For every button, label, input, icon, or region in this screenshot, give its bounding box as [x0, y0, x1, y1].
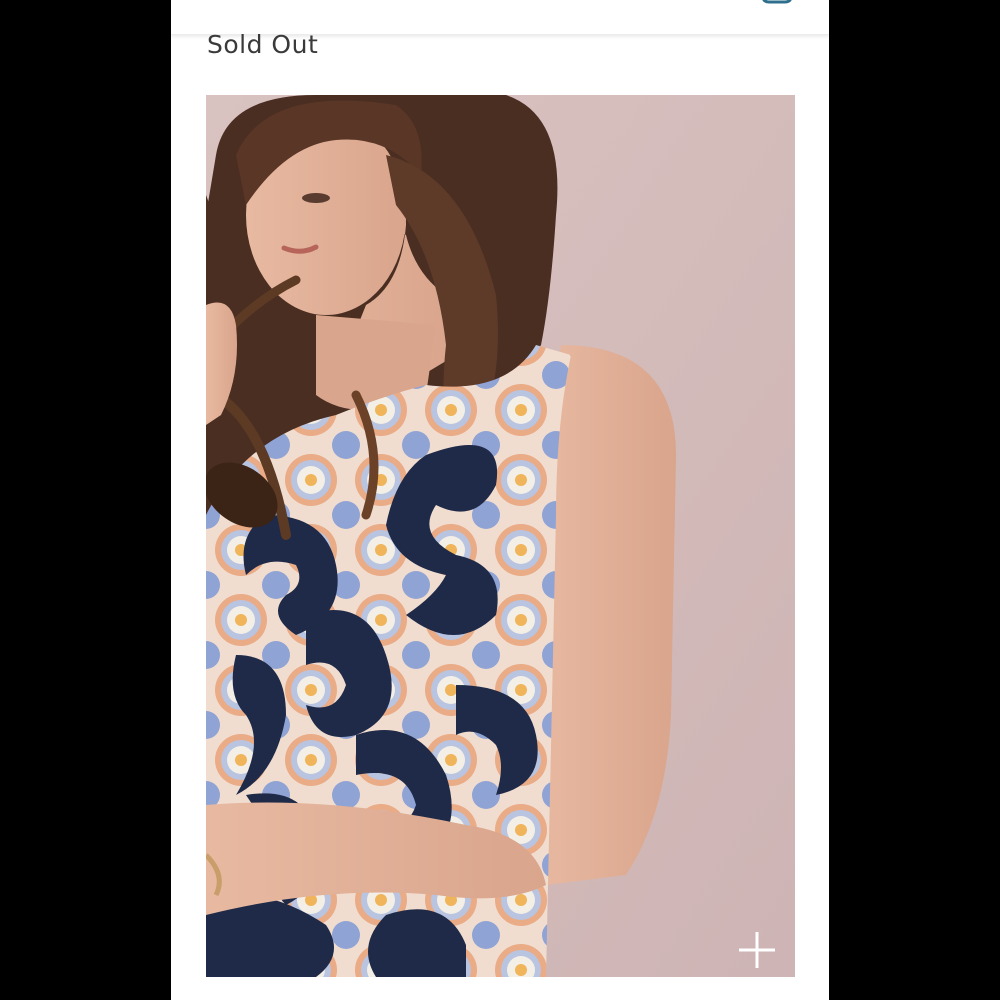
product-photo[interactable]: [206, 95, 795, 977]
phone-screen: Sold Out: [171, 0, 829, 1000]
search-icon[interactable]: [691, 0, 731, 10]
plus-icon: [739, 932, 775, 968]
product-photo-illustration: [206, 95, 795, 977]
shopping-bag-icon[interactable]: [757, 0, 797, 10]
availability-status: Sold Out: [207, 30, 319, 59]
zoom-button[interactable]: [735, 928, 779, 972]
